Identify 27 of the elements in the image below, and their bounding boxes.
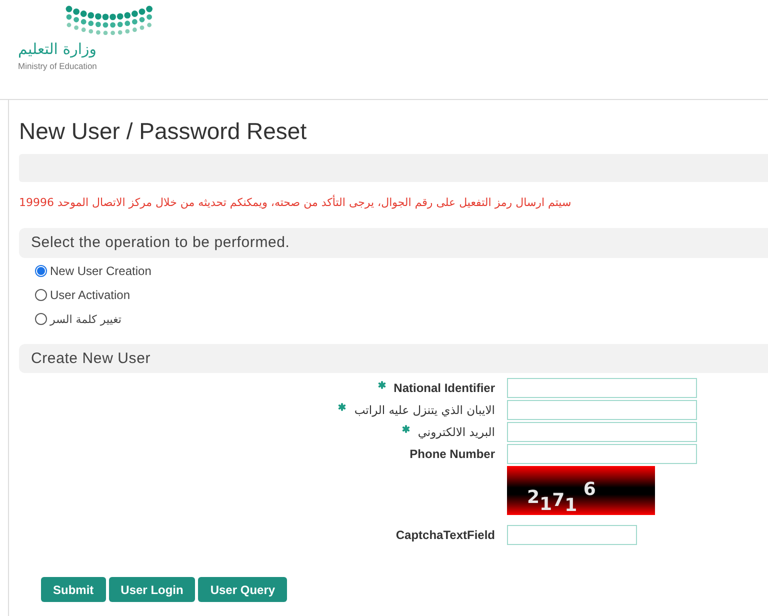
- field-label: البريد الالكتروني: [418, 425, 495, 439]
- text-field[interactable]: [507, 444, 697, 464]
- captcha-image: 2171 6: [507, 466, 655, 515]
- section-heading: Select the operation to be performed.: [19, 228, 768, 258]
- notice-text: سيتم ارسال رمز التفعيل على رقم الجوال، يرجى التأكد من صحته، ويمكنكم تحديثه من خلال مركز الاتصال الموحد 19996: [19, 194, 572, 211]
- dots-logo-icon: [65, 5, 153, 35]
- text-field[interactable]: [507, 422, 697, 442]
- form-button[interactable]: User Login: [108, 577, 196, 602]
- radio-button[interactable]: [35, 289, 47, 301]
- field-label: National Identifier: [394, 381, 495, 395]
- option-label: User Activation: [50, 288, 130, 302]
- field-label: Phone Number: [410, 447, 495, 461]
- form-button[interactable]: User Query: [198, 577, 288, 602]
- page-title: New User / Password Reset: [19, 117, 308, 146]
- captcha-field[interactable]: [507, 525, 637, 545]
- option-label: New User Creation: [50, 264, 152, 278]
- field-label: الايبان الذي يتنزل عليه الراتب: [354, 403, 495, 417]
- logo-arabic-text: وزارة التعليم: [18, 40, 97, 58]
- form-button[interactable]: Submit: [41, 577, 106, 602]
- radio-button[interactable]: [35, 313, 47, 325]
- text-field[interactable]: [507, 400, 697, 420]
- logo-english-text: Ministry of Education: [18, 61, 97, 72]
- section-heading: Create New User: [19, 344, 768, 373]
- field-label: CaptchaTextField: [396, 528, 495, 542]
- option-label: تغيير كلمة السر: [50, 312, 122, 326]
- radio-button[interactable]: [35, 265, 47, 277]
- text-field[interactable]: [507, 378, 697, 398]
